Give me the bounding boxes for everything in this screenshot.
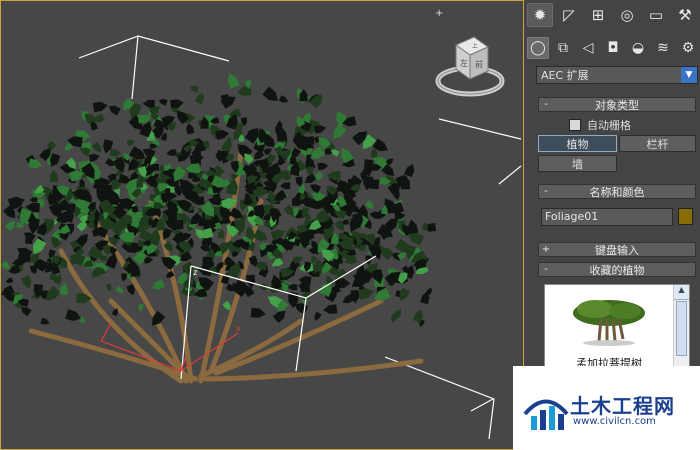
rollout-title: 键盘输入 <box>595 243 639 257</box>
checkbox-box[interactable] <box>569 119 581 131</box>
motion-icon[interactable]: ◎ <box>614 3 640 27</box>
modify-icon[interactable]: ◸ <box>556 3 582 27</box>
viewport-corner-menu[interactable]: + <box>435 8 443 19</box>
gizmo-z-label: z <box>193 268 197 277</box>
create-subcategory-tabs: ◯ ⧉ ◁ ◘ ◒ ≋ ⚙ <box>524 33 700 63</box>
site-watermark: 土木工程网 www.civilcn.com <box>513 366 700 450</box>
helper-icon[interactable]: ◒ <box>627 37 649 59</box>
sun-gear-icon[interactable]: ✹ <box>527 3 553 27</box>
civilcn-logo-icon <box>523 399 569 430</box>
rollout-object-type[interactable]: - 对象类型 <box>538 97 696 112</box>
rollout-title: 对象类型 <box>595 98 639 112</box>
autogrid-label: 自动栅格 <box>587 119 631 132</box>
collapse-icon: - <box>544 99 548 110</box>
rollout-title: 收藏的植物 <box>589 263 645 277</box>
sphere-icon[interactable]: ◯ <box>527 37 549 59</box>
display-icon[interactable]: ▭ <box>643 3 669 27</box>
scroll-up-icon[interactable]: ▲ <box>674 285 689 300</box>
watermark-title: 土木工程网 <box>570 394 675 418</box>
object-name-input[interactable]: Foliage01 <box>541 208 673 226</box>
category-value: AEC 扩展 <box>541 69 589 82</box>
rollout-name-color[interactable]: - 名称和颜色 <box>538 184 696 199</box>
wall-button[interactable]: 墙 <box>538 155 617 172</box>
hammer-icon[interactable]: ⚒ <box>672 3 698 27</box>
command-panel-tabs: ✹ ◸ ⊞ ◎ ▭ ⚒ <box>524 0 700 30</box>
chevron-down-icon[interactable]: ▼ <box>681 67 697 83</box>
camera-icon[interactable]: ◘ <box>602 37 624 59</box>
viewcube-front-text: 前 <box>475 59 483 69</box>
shapes-icon[interactable]: ⧉ <box>552 37 574 59</box>
category-dropdown[interactable]: AEC 扩展 ▼ <box>536 66 698 84</box>
autogrid-checkbox[interactable]: 自动栅格 <box>569 117 631 133</box>
gear-icon[interactable]: ⚙ <box>677 37 699 59</box>
viewcube-left-text: 左 <box>460 58 468 68</box>
rollout-favorite-plants[interactable]: - 收藏的植物 <box>538 262 696 277</box>
plant-button[interactable]: 植物 <box>538 135 617 152</box>
foliage-plant[interactable] <box>1 73 437 384</box>
watermark-url: www.civilcn.com <box>573 416 656 427</box>
rollout-title: 名称和颜色 <box>589 185 645 199</box>
viewcube-top-text: 上 <box>472 42 478 50</box>
rollout-keyboard-entry[interactable]: + 键盘输入 <box>538 242 696 257</box>
collapse-icon: - <box>544 186 548 197</box>
collapse-icon: - <box>544 264 548 275</box>
wave-icon[interactable]: ≋ <box>652 37 674 59</box>
perspective-viewport[interactable]: z x + 上 左 前 <box>0 0 524 450</box>
banyan-tree-thumbnail[interactable] <box>545 291 673 353</box>
hierarchy-icon[interactable]: ⊞ <box>585 3 611 27</box>
light-icon[interactable]: ◁ <box>577 37 599 59</box>
railing-button[interactable]: 栏杆 <box>619 135 696 152</box>
viewcube[interactable]: 上 左 前 <box>434 31 506 103</box>
gizmo-x-label: x <box>236 324 241 333</box>
object-color-swatch[interactable] <box>678 208 693 225</box>
scroll-thumb[interactable] <box>676 301 687 356</box>
expand-icon: + <box>541 244 551 255</box>
